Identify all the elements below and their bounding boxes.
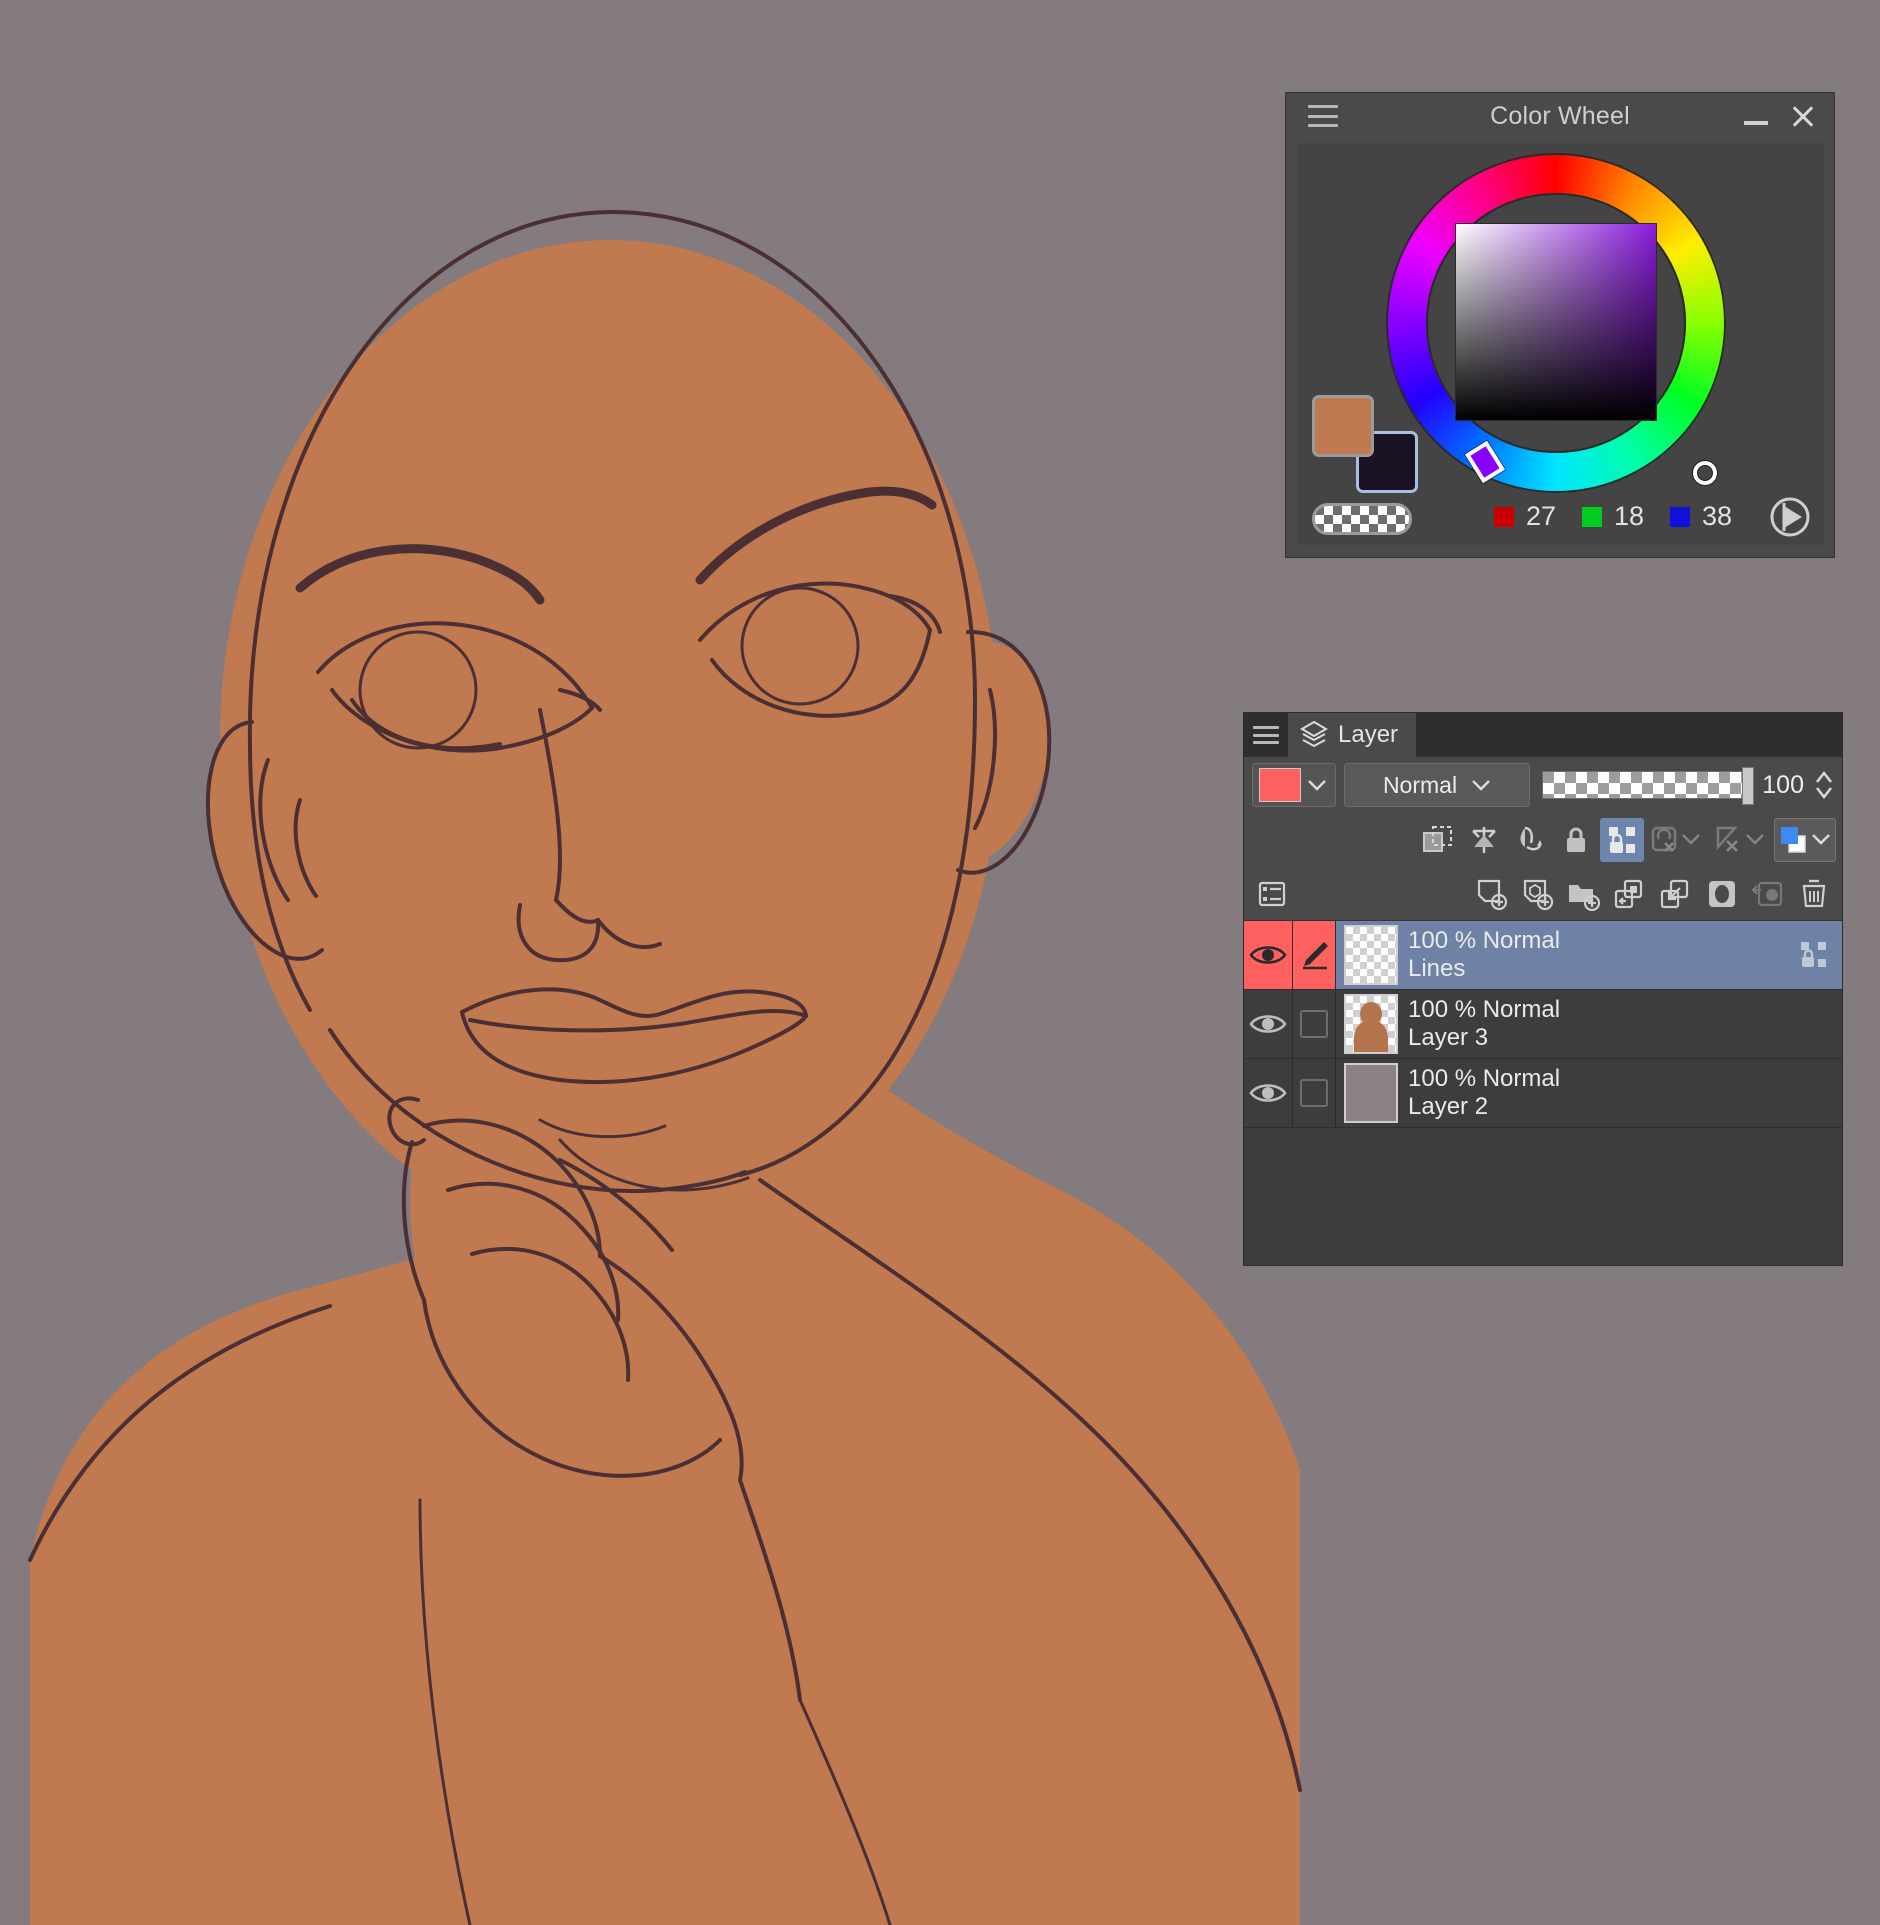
layer-name[interactable]: Layer 2 bbox=[1408, 1093, 1786, 1121]
circle-play-icon[interactable] bbox=[1768, 495, 1812, 539]
spinner-up-down-icon[interactable] bbox=[1814, 768, 1834, 802]
table-row[interactable]: 100 % Normal Layer 2 bbox=[1244, 1059, 1842, 1128]
layer-edit-checkbox[interactable] bbox=[1300, 1010, 1328, 1038]
green-value[interactable]: 18 bbox=[1614, 501, 1658, 532]
layer-info: 100 % Normal Layer 3 bbox=[1408, 990, 1786, 1058]
new-3d-layer-icon[interactable] bbox=[1516, 872, 1560, 916]
layer-lock-slot bbox=[1786, 990, 1842, 1058]
new-raster-layer-icon[interactable] bbox=[1470, 872, 1514, 916]
blend-mode-label: Normal bbox=[1382, 771, 1458, 798]
blue-value[interactable]: 38 bbox=[1702, 501, 1746, 532]
layer-name[interactable]: Layer 3 bbox=[1408, 1024, 1786, 1052]
sv-cursor-handle[interactable] bbox=[1693, 461, 1717, 485]
checkbox-empty-icon[interactable] bbox=[1292, 990, 1336, 1058]
layer-thumbnail[interactable] bbox=[1344, 925, 1398, 985]
foreground-color-swatch[interactable] bbox=[1312, 395, 1374, 457]
rgb-readout: 27 18 38 bbox=[1494, 501, 1746, 532]
window-buttons bbox=[1744, 103, 1816, 129]
chevron-down-icon[interactable] bbox=[1471, 778, 1491, 792]
close-icon[interactable] bbox=[1790, 103, 1816, 129]
red-value[interactable]: 27 bbox=[1526, 501, 1570, 532]
ruler-snap-icon[interactable] bbox=[1646, 818, 1708, 862]
layer-opacity-blend: 100 % Normal bbox=[1408, 996, 1561, 1024]
eye-open-icon[interactable] bbox=[1244, 921, 1292, 989]
eye-open-icon[interactable] bbox=[1244, 990, 1292, 1058]
table-row[interactable]: 100 % Normal Lines bbox=[1244, 921, 1842, 990]
hamburger-icon[interactable] bbox=[1253, 726, 1279, 744]
opacity-slider-thumb[interactable] bbox=[1742, 767, 1755, 805]
layer-thumbnail[interactable] bbox=[1344, 1063, 1398, 1123]
opacity-value[interactable]: 100 bbox=[1762, 771, 1804, 800]
thumbnail-head bbox=[1360, 1002, 1382, 1026]
transparent-color-swatch[interactable] bbox=[1312, 503, 1412, 535]
layer-color-swatch[interactable] bbox=[1259, 768, 1301, 802]
layer-panel[interactable]: Layer Normal 100 100 % Normal Lines 100 … bbox=[1243, 712, 1843, 1266]
layer-info: 100 % Normal Lines bbox=[1408, 921, 1786, 989]
color-wheel-titlebar: Color Wheel bbox=[1286, 93, 1834, 139]
layer-info: 100 % Normal Layer 2 bbox=[1408, 1059, 1786, 1127]
eye-open-icon[interactable] bbox=[1244, 1059, 1292, 1127]
opacity-control[interactable]: 100 bbox=[1542, 767, 1834, 805]
layer-actions-toolbar bbox=[1244, 867, 1842, 921]
tab-layer-label: Layer bbox=[1338, 721, 1399, 748]
lock-transparency-grid-icon[interactable] bbox=[1600, 818, 1644, 862]
layer-properties-row: Normal 100 bbox=[1244, 757, 1842, 813]
blue-chip bbox=[1670, 506, 1690, 527]
lock-transparency-grid-icon[interactable] bbox=[1786, 921, 1842, 989]
lock-transparent-pixels-icon[interactable] bbox=[1462, 818, 1506, 862]
layer-thumbnail[interactable] bbox=[1344, 994, 1398, 1054]
color-wheel-panel[interactable]: Color Wheel 27 18 38 bbox=[1285, 92, 1835, 558]
layer-name[interactable]: Lines bbox=[1408, 955, 1786, 983]
tab-layer[interactable]: Layer bbox=[1288, 713, 1417, 757]
duplicate-layer-icon[interactable] bbox=[1746, 872, 1790, 916]
blend-mode-select[interactable]: Normal bbox=[1344, 763, 1530, 807]
green-chip bbox=[1582, 506, 1602, 527]
delete-layer-icon[interactable] bbox=[1792, 872, 1836, 916]
opacity-slider[interactable] bbox=[1542, 767, 1755, 805]
lock-layer-icon[interactable] bbox=[1554, 818, 1598, 862]
layer-edit-checkbox[interactable] bbox=[1300, 1079, 1328, 1107]
lock-alpha-icon[interactable] bbox=[1508, 818, 1552, 862]
clip-to-layer-below-icon[interactable] bbox=[1416, 818, 1460, 862]
chevron-down-icon[interactable] bbox=[1307, 778, 1335, 792]
layer-opacity-blend: 100 % Normal bbox=[1408, 927, 1561, 955]
perspective-snap-icon[interactable] bbox=[1710, 818, 1772, 862]
layer-lock-slot bbox=[1786, 1059, 1842, 1127]
layers-stack-icon bbox=[1300, 720, 1328, 750]
merge-down-icon[interactable] bbox=[1654, 872, 1698, 916]
pen-edit-icon[interactable] bbox=[1292, 921, 1336, 989]
app-root: Color Wheel 27 18 38 Layer Normal 100 10… bbox=[0, 0, 1880, 1925]
table-row[interactable]: 100 % Normal Layer 3 bbox=[1244, 990, 1842, 1059]
layer-panel-tabbar: Layer bbox=[1244, 713, 1842, 757]
hamburger-icon[interactable] bbox=[1308, 105, 1338, 127]
layer-opacity-blend: 100 % Normal bbox=[1408, 1065, 1561, 1093]
layer-color-icon[interactable] bbox=[1774, 818, 1836, 862]
layer-color-button[interactable] bbox=[1252, 763, 1336, 807]
layer-list[interactable]: 100 % Normal Lines 100 % Normal Layer 3 … bbox=[1244, 921, 1842, 1128]
layer-menu-button[interactable] bbox=[1244, 713, 1288, 757]
layer-mask-icon[interactable] bbox=[1700, 872, 1744, 916]
layer-list-icon[interactable] bbox=[1250, 872, 1294, 916]
checkbox-empty-icon[interactable] bbox=[1292, 1059, 1336, 1127]
transfer-down-icon[interactable] bbox=[1608, 872, 1652, 916]
new-folder-icon[interactable] bbox=[1562, 872, 1606, 916]
minimize-icon[interactable] bbox=[1744, 121, 1768, 125]
saturation-value-square[interactable] bbox=[1455, 223, 1717, 485]
color-wheel-body: 27 18 38 bbox=[1298, 143, 1824, 545]
red-chip bbox=[1494, 506, 1514, 527]
layer-lock-toolbar bbox=[1244, 813, 1842, 867]
